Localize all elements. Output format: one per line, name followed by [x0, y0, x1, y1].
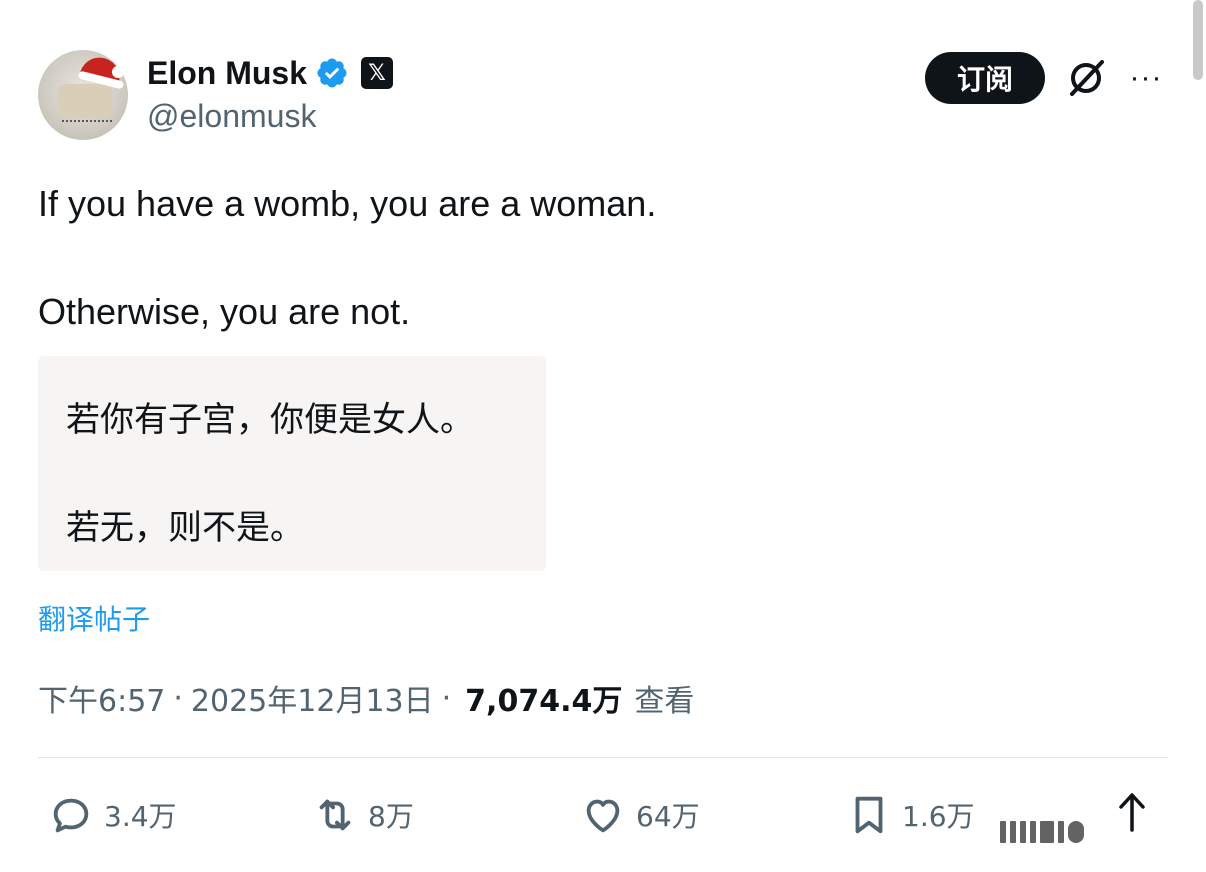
bookmark-button[interactable]: 1.6万: [846, 780, 975, 850]
translate-post-link[interactable]: 翻译帖子: [38, 598, 150, 638]
author-display-name[interactable]: Elon Musk: [147, 55, 307, 92]
repost-icon: [319, 799, 351, 831]
repost-button[interactable]: 8万: [312, 780, 414, 850]
more-options-button[interactable]: ···: [1124, 60, 1168, 96]
x-affiliation-badge: 𝕏: [361, 57, 394, 89]
share-icon[interactable]: [1112, 788, 1152, 836]
x-logo-icon: 𝕏: [368, 60, 386, 85]
author-name-row: Elon Musk 𝕏: [147, 52, 394, 94]
like-button[interactable]: 64万: [580, 780, 700, 850]
translation-line-1: 若你有子宫，你便是女人。: [66, 400, 474, 440]
verified-badge-icon: [317, 58, 347, 88]
scrollbar[interactable]: [1193, 0, 1203, 80]
meta-separator: ·: [441, 680, 452, 716]
bookmark-count: 1.6万: [902, 800, 975, 833]
reply-button[interactable]: 3.4万: [48, 780, 177, 850]
post-time[interactable]: 下午6:57: [38, 676, 165, 720]
post-meta: 下午6:57 · 2025年12月13日 · 7,074.4万 查看: [38, 676, 694, 720]
like-icon: [586, 799, 620, 833]
divider: [38, 757, 1168, 758]
like-count: 64万: [636, 800, 700, 833]
author-handle[interactable]: @elonmusk: [147, 98, 316, 135]
avatar-figure: [58, 84, 112, 118]
repost-count: 8万: [368, 800, 414, 833]
avatar[interactable]: [38, 50, 128, 140]
hat-pom: [112, 66, 124, 78]
translation-box: 若你有子宫，你便是女人。 若无，则不是。: [38, 356, 546, 571]
post-text-line-1: If you have a womb, you are a woman.: [38, 183, 657, 224]
bookmark-icon: [855, 796, 883, 834]
views-label: 查看: [634, 684, 695, 719]
grok-icon[interactable]: [1064, 56, 1108, 100]
meta-separator: ·: [173, 680, 183, 716]
reply-count: 3.4万: [104, 800, 177, 833]
views-count: 7,074.4万: [465, 684, 623, 719]
translation-line-2: 若无，则不是。: [66, 508, 304, 548]
avatar-scribble: [62, 120, 112, 126]
post-date[interactable]: 2025年12月13日: [191, 676, 434, 720]
reply-icon: [53, 798, 89, 833]
subscribe-button[interactable]: 订阅: [925, 52, 1045, 104]
post-text-line-2: Otherwise, you are not.: [38, 291, 411, 332]
watermark-logo: [1000, 812, 1195, 852]
